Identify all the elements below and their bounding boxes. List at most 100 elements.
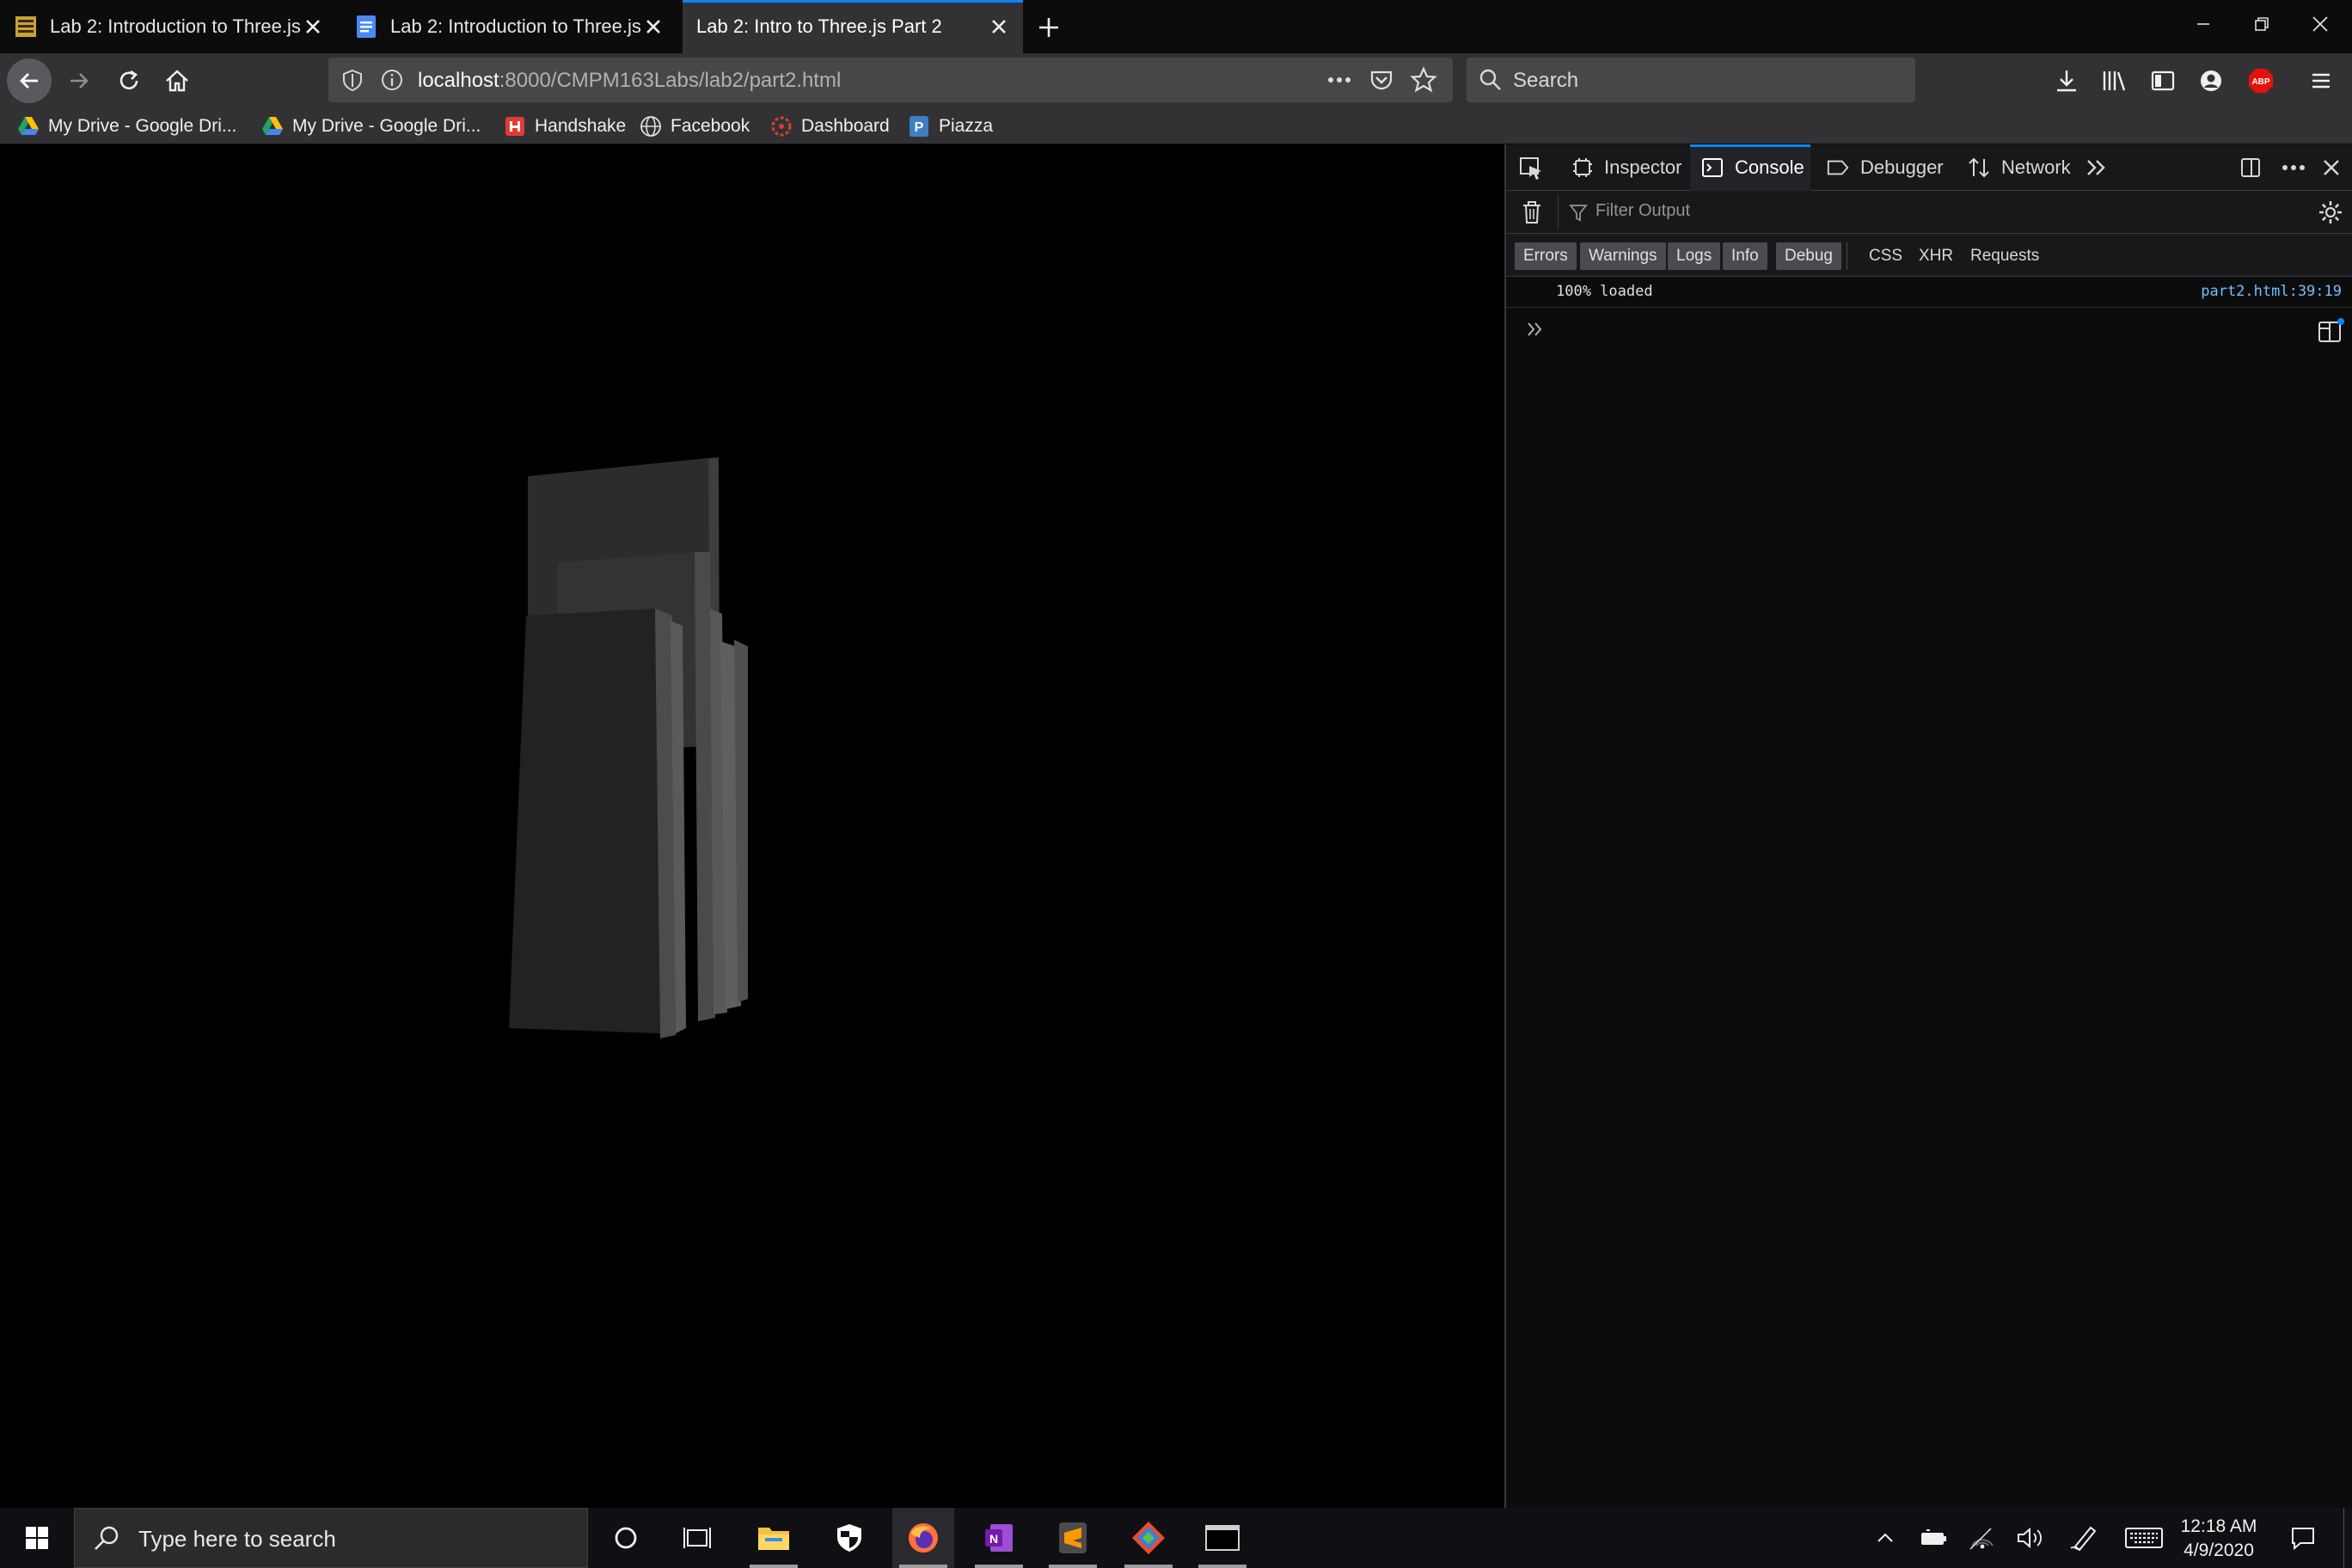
filter-css-button[interactable]: CSS <box>1869 242 1902 270</box>
network-status[interactable] <box>1965 1508 2000 1568</box>
filter-debug-button[interactable]: Debug <box>1776 242 1841 270</box>
task-view-button[interactable] <box>667 1508 729 1568</box>
browser-tab-title: Lab 2: Introduction to Three.js <box>50 15 301 37</box>
taskbar-terminal[interactable] <box>1191 1508 1253 1568</box>
filter-info-button[interactable]: Info <box>1723 242 1767 270</box>
filter-errors-button[interactable]: Errors <box>1515 242 1577 270</box>
pen-workspace-button[interactable] <box>2065 1508 2103 1568</box>
sidebar-icon <box>2151 70 2175 91</box>
navigation-toolbar: localhost:8000/CMPM163Labs/lab2/part2.ht… <box>0 53 2352 108</box>
reload-button[interactable] <box>107 58 151 103</box>
start-button[interactable] <box>0 1508 74 1568</box>
divider <box>1558 194 1559 230</box>
taskbar-firefox[interactable] <box>892 1508 954 1568</box>
browser-tab-title: Lab 2: Intro to Three.js Part 2 <box>696 15 942 37</box>
rendered-scene <box>509 457 748 1038</box>
arrow-right-icon <box>70 73 89 89</box>
volume-control[interactable] <box>2012 1508 2048 1568</box>
git-icon <box>1132 1522 1165 1554</box>
browser-tab-1[interactable]: Lab 2: Introduction to Three.js <box>0 0 337 53</box>
devtools-tab-network[interactable]: Network <box>1962 144 2079 191</box>
show-hidden-icons-button[interactable] <box>1872 1508 1898 1568</box>
downloads-button[interactable] <box>2044 58 2089 103</box>
pocket-icon[interactable] <box>1369 67 1394 97</box>
restore-button[interactable] <box>2233 0 2290 48</box>
url-bar[interactable]: localhost:8000/CMPM163Labs/lab2/part2.ht… <box>328 58 1453 102</box>
new-tab-button[interactable] <box>1032 10 1066 45</box>
bookmark-dashboard[interactable]: Dashboard <box>770 113 890 139</box>
back-button[interactable] <box>7 58 52 103</box>
account-button[interactable] <box>2189 58 2233 103</box>
url-text[interactable]: localhost:8000/CMPM163Labs/lab2/part2.ht… <box>418 69 841 93</box>
google-drive-icon <box>17 115 40 138</box>
console-filter-bar: Filter Output <box>1506 191 2352 234</box>
close-tab-icon[interactable] <box>641 15 665 39</box>
show-desktop-button[interactable] <box>2343 1508 2352 1568</box>
touch-keyboard-button[interactable] <box>2120 1508 2168 1568</box>
bookmark-handshake[interactable]: Handshake <box>504 113 626 139</box>
devtools-tab-inspector[interactable]: Inspector <box>1566 144 1682 191</box>
home-button[interactable] <box>155 58 199 103</box>
file-explorer-icon <box>758 1528 789 1550</box>
firefox-icon <box>909 1523 938 1553</box>
taskbar-sublime-text[interactable] <box>1042 1508 1104 1568</box>
taskbar-file-explorer[interactable] <box>743 1508 805 1568</box>
search-icon <box>1479 68 1503 96</box>
site-info-icon[interactable] <box>380 68 404 96</box>
inspector-icon <box>1571 156 1594 180</box>
devtools-tab-console[interactable]: Console <box>1690 144 1810 191</box>
bookmark-star-icon[interactable] <box>1410 66 1437 98</box>
console-level-filters: Errors Warnings Logs Info Debug CSS XHR … <box>1506 234 2352 277</box>
windows-logo-icon <box>26 1527 48 1549</box>
filter-requests-button[interactable]: Requests <box>1970 242 2039 270</box>
speaker-icon <box>2018 1527 2042 1549</box>
taskbar-windows-security[interactable] <box>818 1508 880 1568</box>
filter-xhr-button[interactable]: XHR <box>1919 242 1953 270</box>
forward-button[interactable] <box>57 58 101 103</box>
more-tools-chevron-icon[interactable] <box>2084 156 2110 184</box>
dock-side-icon[interactable] <box>2239 156 2263 184</box>
console-message: 100% loaded part2.html:39:19 <box>1506 277 2352 308</box>
trash-icon[interactable] <box>1520 199 1544 230</box>
battery-status[interactable] <box>1915 1508 1951 1568</box>
security-icon <box>837 1524 861 1552</box>
filter-warnings-button[interactable]: Warnings <box>1580 242 1666 270</box>
close-tab-icon[interactable] <box>301 15 325 39</box>
console-prompt-chevron-icon[interactable] <box>1523 316 1549 342</box>
bookmark-google-drive-1[interactable]: My Drive - Google Dri... <box>17 113 236 139</box>
library-button[interactable] <box>2092 58 2137 103</box>
filter-output-input[interactable]: Filter Output <box>1596 201 1690 221</box>
bookmark-google-drive-2[interactable]: My Drive - Google Dri... <box>261 113 481 139</box>
browser-tab-3-active[interactable]: Lab 2: Intro to Three.js Part 2 <box>683 0 1023 53</box>
adblock-icon: ABP <box>2249 69 2273 93</box>
devtools-options-icon[interactable] <box>2280 156 2307 184</box>
taskbar-git[interactable] <box>1118 1508 1179 1568</box>
element-picker-icon[interactable] <box>1518 156 1544 186</box>
bookmark-facebook[interactable]: Facebook <box>640 113 750 139</box>
editor-mode-toggle-icon[interactable] <box>2316 316 2345 346</box>
console-settings-gear-icon[interactable] <box>2318 199 2343 230</box>
sidebar-button[interactable] <box>2141 58 2185 103</box>
console-message-source-link[interactable]: part2.html:39:19 <box>2201 283 2342 300</box>
browser-tab-2[interactable]: Lab 2: Introduction to Three.js <box>340 0 677 53</box>
close-devtools-icon[interactable] <box>2319 156 2343 184</box>
clock-time: 12:18 AM <box>2180 1516 2257 1536</box>
devtools-tab-debugger[interactable]: Debugger <box>1821 144 1950 191</box>
search-bar[interactable]: Search <box>1467 58 1915 102</box>
wifi-icon <box>1969 1528 1994 1550</box>
minimize-button[interactable] <box>2175 0 2232 48</box>
system-clock[interactable]: 12:18 AM 4/9/2020 <box>2180 1515 2257 1563</box>
close-window-button[interactable] <box>2292 0 2349 48</box>
tracking-protection-icon[interactable] <box>340 68 364 96</box>
adblock-button[interactable]: ABP <box>2239 58 2283 103</box>
threejs-canvas[interactable] <box>0 144 1504 1508</box>
filter-logs-button[interactable]: Logs <box>1668 242 1721 270</box>
taskbar-search-box[interactable]: Type here to search <box>74 1508 588 1568</box>
action-center-button[interactable] <box>2282 1508 2324 1568</box>
menu-button[interactable] <box>2299 58 2343 103</box>
page-actions-icon[interactable] <box>1326 68 1353 96</box>
close-tab-icon[interactable] <box>987 15 1011 39</box>
taskbar-onenote[interactable]: N <box>968 1508 1030 1568</box>
bookmark-piazza[interactable]: P Piazza <box>908 113 993 139</box>
cortana-button[interactable] <box>595 1508 657 1568</box>
